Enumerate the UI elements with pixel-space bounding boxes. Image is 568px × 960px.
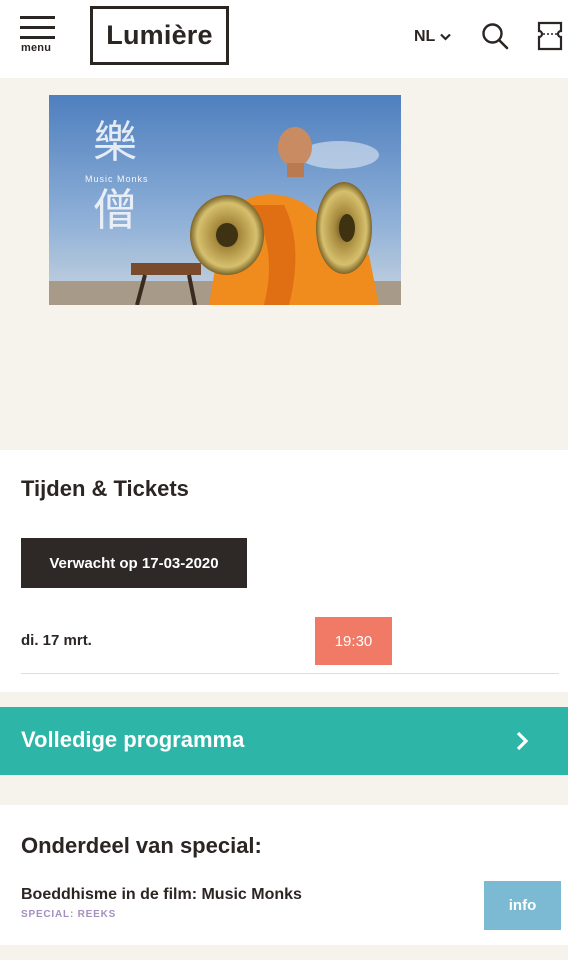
section-title-tickets: Tijden & Tickets (21, 476, 189, 501)
info-button[interactable]: info (484, 881, 561, 930)
site-header: menu Lumière NL (0, 0, 568, 78)
menu-button[interactable]: menu (20, 15, 58, 57)
showing-date: di. 17 mrt. (21, 632, 92, 649)
section-title-special: Onderdeel van special: (21, 833, 262, 858)
divider (21, 673, 559, 674)
full-programme-label: Volledige programma (21, 727, 245, 752)
special-section: Onderdeel van special: Boeddhisme in de … (0, 805, 568, 945)
showtime-button[interactable]: 19:30 (315, 617, 392, 665)
special-name-link[interactable]: Boeddhisme in de film: Music Monks (21, 886, 302, 904)
full-programme-link[interactable]: Volledige programma (0, 707, 568, 775)
film-still-image: 樂 僧 Music Monks (49, 95, 401, 305)
hamburger-icon (20, 16, 55, 19)
expected-release-badge: Verwacht op 17-03-2020 (21, 538, 247, 588)
search-icon[interactable] (481, 22, 509, 50)
svg-text:樂: 樂 (93, 117, 137, 168)
times-tickets-section: Tijden & Tickets Verwacht op 17-03-2020 … (0, 450, 568, 692)
special-type-label: SPECIAL: REEKS (21, 909, 117, 920)
language-selector[interactable]: NL (414, 28, 452, 46)
chevron-down-icon (440, 33, 452, 41)
menu-label: menu (21, 42, 52, 54)
film-title-overlay: Music Monks (85, 174, 149, 184)
language-label: NL (414, 28, 436, 45)
svg-text:僧: 僧 (93, 185, 137, 236)
chevron-right-icon (516, 731, 529, 751)
ticket-icon[interactable] (537, 21, 563, 51)
site-logo[interactable]: Lumière (90, 6, 229, 65)
